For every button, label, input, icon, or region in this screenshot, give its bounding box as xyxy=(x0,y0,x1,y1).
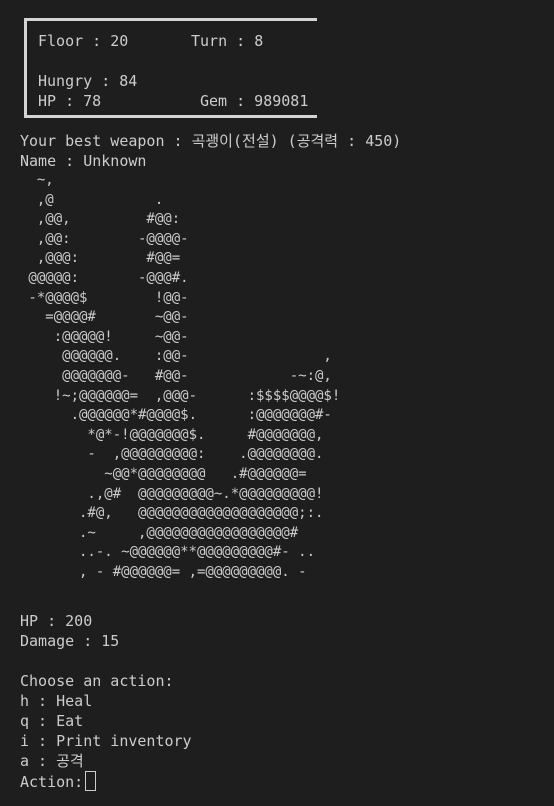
option-print-inventory: i : Print inventory xyxy=(20,732,192,750)
action-input-row[interactable]: Action: xyxy=(20,771,97,792)
option-heal: h : Heal xyxy=(20,692,93,710)
turn-label: Turn : 8 xyxy=(191,32,264,50)
choose-action-title: Choose an action: xyxy=(20,672,174,690)
gem-label: Gem : 989081 xyxy=(200,92,309,110)
best-weapon-line: Your best weapon : 곡괭이(전설) (공격력 : 450) xyxy=(20,132,402,150)
monster-hp: HP : 200 xyxy=(20,612,93,630)
hungry-label: Hungry : 84 xyxy=(38,72,138,90)
option-attack: a : 공격 xyxy=(20,752,84,770)
action-prompt-label: Action: xyxy=(20,773,84,791)
text-cursor[interactable] xyxy=(85,771,97,791)
monster-ascii-art: ~, ,@ . ,@@, #@@: ,@@: -@@@@- ,@@@: #@@=… xyxy=(28,172,341,580)
option-eat: q : Eat xyxy=(20,712,84,730)
terminal-window: Floor : 20 Turn : 8 Hungry : 84 HP : 78 … xyxy=(0,0,554,806)
name-line: Name : Unknown xyxy=(20,152,147,170)
hp-label: HP : 78 xyxy=(38,92,102,110)
floor-label: Floor : 20 xyxy=(38,32,129,50)
monster-damage: Damage : 15 xyxy=(20,632,120,650)
